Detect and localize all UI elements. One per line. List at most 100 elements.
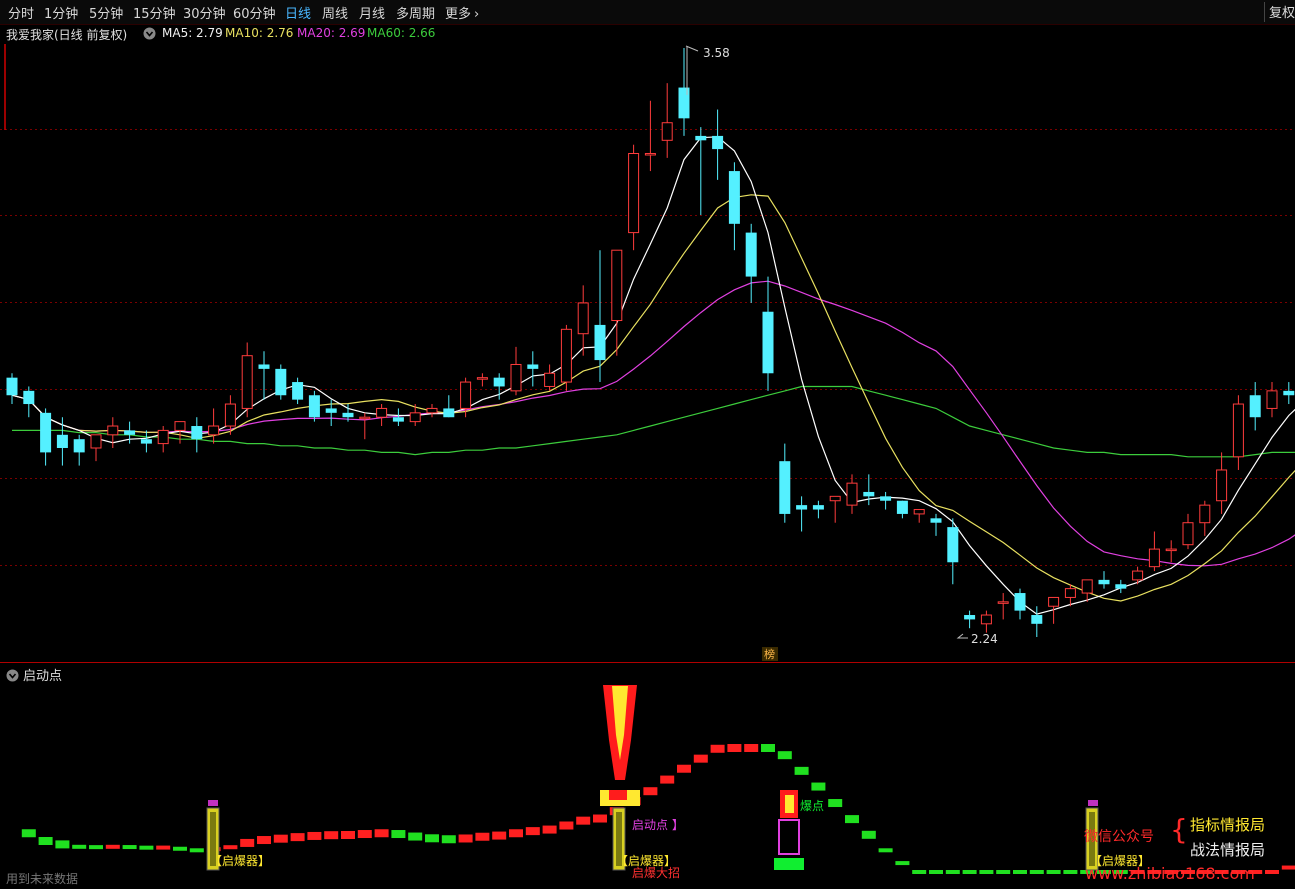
candle-body-down [1249, 395, 1261, 418]
oscillator-fall-segment [173, 846, 187, 851]
oscillator-rise-segment [1281, 865, 1295, 870]
candle-body-up [846, 482, 858, 506]
candle-body-up [1266, 390, 1278, 409]
oscillator-fall-segment [912, 870, 927, 874]
oscillator-fall-segment [425, 834, 439, 843]
oscillator-rise-segment [660, 775, 675, 784]
ma20-line [11, 280, 1295, 567]
candle-body-down [1098, 579, 1110, 585]
oscillator-rise-segment [509, 829, 523, 838]
low-marker-arrow [956, 633, 968, 639]
oscillator-fall-segment [811, 782, 826, 791]
kline-chart[interactable]: 3.58 2.24 榜 [0, 0, 1295, 889]
candle-body-up [628, 152, 640, 234]
oscillator-rise-segment [492, 831, 507, 840]
candle-body-down [40, 412, 52, 453]
price-low-label: 2.24 [971, 632, 998, 646]
oscillator-fall-segment [1046, 870, 1061, 874]
candle-body-down [812, 505, 824, 510]
candle-body-down [712, 135, 724, 150]
candle-body-up [1081, 579, 1093, 594]
oscillator-rise-segment [374, 829, 389, 838]
oscillator-rise-segment [576, 816, 591, 825]
candle-body-up [913, 509, 925, 515]
indicator-title-text: 启动点 [23, 669, 63, 684]
candle-body-down [1031, 615, 1043, 624]
oscillator-rise-segment [525, 827, 540, 836]
candle-body-down [863, 491, 875, 497]
oscillator-rise-segment [105, 844, 120, 849]
oscillator-rise-segment [307, 831, 322, 840]
candle-body-up [208, 425, 220, 436]
candle-body-up [644, 152, 656, 156]
oscillator-rise-segment [710, 744, 725, 753]
candle-body-up [1048, 596, 1060, 607]
watermark-line2: 战法情报局 [1190, 841, 1266, 859]
bang-label: 榜 [764, 647, 775, 661]
brace-icon: { [1170, 813, 1188, 846]
candle-body-down [930, 518, 942, 523]
oscillator-fall-segment [761, 744, 775, 752]
qibaodazhao-label: 启爆大招 [632, 866, 681, 880]
candle-body-up [376, 407, 388, 418]
candle-body-up [359, 416, 371, 420]
candle-body-down [342, 412, 354, 418]
oscillator-rise-segment [475, 832, 490, 841]
qidongdian-label: 启动点 】 [632, 818, 684, 832]
indicator-title: 启动点 [6, 665, 62, 686]
oscillator-fall-segment [962, 870, 977, 874]
oscillator-fall-segment [122, 845, 137, 850]
candle-body-down [140, 439, 152, 444]
candle-body-down [947, 527, 959, 563]
candle-body-up [107, 425, 119, 436]
watermark: 微信公众号 { 指标情报局 战法情报局 [1082, 812, 1295, 862]
qibaodian-label: 爆点 [800, 799, 825, 813]
candle-body-down [527, 364, 539, 369]
candle-body-down [124, 430, 136, 435]
oscillator-rise-segment [677, 764, 691, 773]
candle-body-up [476, 377, 488, 380]
oscillator-fall-segment [391, 830, 406, 839]
candle-body-down [779, 461, 791, 514]
candle-body-up [829, 495, 841, 502]
candle-body-up [1232, 403, 1244, 458]
oscillator-rise-segment [1265, 870, 1279, 874]
chevron-down-icon[interactable] [6, 669, 19, 686]
candle-body-down [695, 135, 707, 141]
oscillator-rise-segment [156, 845, 171, 850]
oscillator-rise-segment [643, 787, 658, 796]
candle-body-up [1182, 522, 1194, 546]
oscillator-fall-segment [777, 751, 792, 760]
candle-body-down [1014, 593, 1026, 611]
oscillator-rise-segment [458, 834, 473, 843]
oscillator-fall-segment [1013, 870, 1027, 874]
candle-body-down [292, 382, 304, 400]
oscillator-rise-segment [341, 830, 355, 839]
candle-body-up [1148, 548, 1160, 568]
price-annotations: 3.58 2.24 榜 [685, 45, 998, 661]
candle-body-down [964, 615, 976, 620]
oscillator-rise-segment [559, 821, 574, 830]
candle-body-up [409, 412, 421, 423]
candlestick-series [6, 48, 1295, 637]
candle-body-up [224, 403, 236, 427]
oscillator-fall-segment [996, 870, 1011, 874]
candle-body-up [544, 372, 556, 387]
oscillator-fall-segment [38, 837, 53, 845]
oscillator-fall-segment [1063, 870, 1078, 874]
candle-body-up [980, 614, 992, 625]
oscillator-fall-segment [408, 832, 423, 841]
oscillator-rise-segment [593, 814, 607, 823]
candle-body-down [275, 368, 287, 396]
oscillator-fall-segment [794, 766, 809, 775]
candle-body-down [762, 311, 774, 374]
oscillator-fall-segment [189, 848, 204, 853]
oscillator-fall-segment [845, 815, 859, 824]
chart-grid [0, 129, 1295, 566]
candle-body-down [594, 324, 606, 361]
candle-body-up [611, 249, 623, 322]
qidongdian-label-text: 启动点 [632, 818, 669, 832]
candle-body-down [443, 408, 455, 418]
oscillator-fall-segment [861, 830, 876, 839]
moving-average-lines [11, 136, 1295, 615]
